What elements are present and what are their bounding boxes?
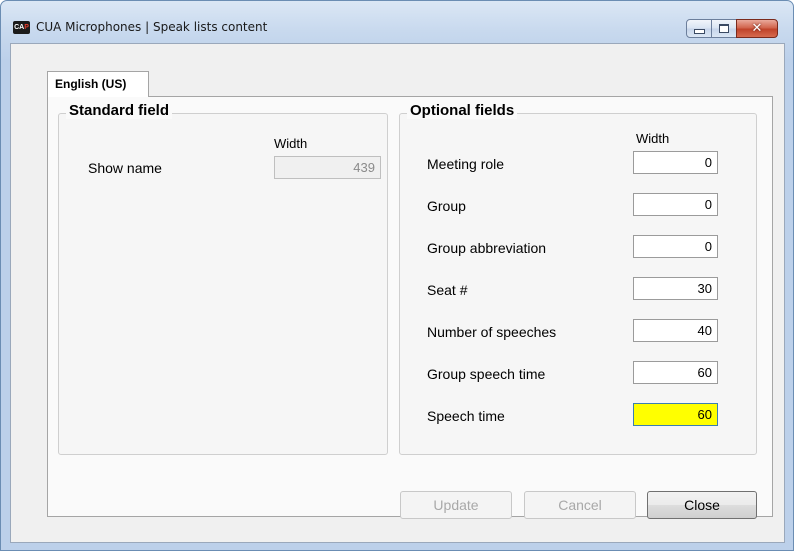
show-name-label: Show name xyxy=(88,160,162,176)
number-of-speeches-label: Number of speeches xyxy=(427,324,557,340)
group-speech-time-label: Group speech time xyxy=(427,366,546,382)
show-name-width-field: 439 xyxy=(274,156,381,179)
seat-number-width-input[interactable]: 30 xyxy=(633,277,718,300)
caption-buttons: ✕ xyxy=(686,19,778,38)
optional-fields-title: Optional fields xyxy=(407,102,518,119)
tab-english-us[interactable]: English (US) xyxy=(47,71,149,97)
maximize-button[interactable] xyxy=(711,19,737,38)
speech-time-width-input[interactable]: 60 xyxy=(633,403,718,426)
maximize-icon xyxy=(719,24,729,33)
standard-field-title: Standard field xyxy=(66,102,173,119)
tab-panel: Standard field Width Show name 439 Optio… xyxy=(47,96,773,517)
number-of-speeches-width-input[interactable]: 40 xyxy=(633,319,718,342)
window-title: CUA Microphones | Speak lists content xyxy=(36,20,268,34)
minimize-icon xyxy=(693,29,705,34)
group-abbreviation-width-input[interactable]: 0 xyxy=(633,235,718,258)
group-width-input[interactable]: 0 xyxy=(633,193,718,216)
group-label: Group xyxy=(427,198,466,214)
app-icon-text: CA xyxy=(14,24,25,31)
meeting-role-label: Meeting role xyxy=(427,156,505,172)
dialog-window: CAP CUA Microphones | Speak lists conten… xyxy=(0,0,794,551)
optional-width-header: Width xyxy=(636,131,670,146)
app-icon-accent-text: P xyxy=(24,24,29,31)
client-area: English (US) Standard field Width Show n… xyxy=(10,43,785,543)
title-bar[interactable]: CAP CUA Microphones | Speak lists conten… xyxy=(1,1,793,43)
group-speech-time-width-input[interactable]: 60 xyxy=(633,361,718,384)
update-button[interactable]: Update xyxy=(400,491,512,519)
group-abbreviation-label: Group abbreviation xyxy=(427,240,547,256)
meeting-role-width-input[interactable]: 0 xyxy=(633,151,718,174)
close-button[interactable]: Close xyxy=(647,491,757,519)
standard-field-group: Standard field Width Show name 439 xyxy=(58,102,388,455)
seat-number-label: Seat # xyxy=(427,282,468,298)
minimize-button[interactable] xyxy=(686,19,712,38)
optional-fields-group: Optional fields Width Meeting role 0 Gro… xyxy=(399,102,757,455)
close-window-button[interactable]: ✕ xyxy=(736,19,778,38)
standard-width-header: Width xyxy=(274,136,308,151)
cancel-button[interactable]: Cancel xyxy=(524,491,636,519)
close-icon: ✕ xyxy=(751,21,763,36)
app-icon[interactable]: CAP xyxy=(13,21,30,34)
speech-time-label: Speech time xyxy=(427,408,505,424)
